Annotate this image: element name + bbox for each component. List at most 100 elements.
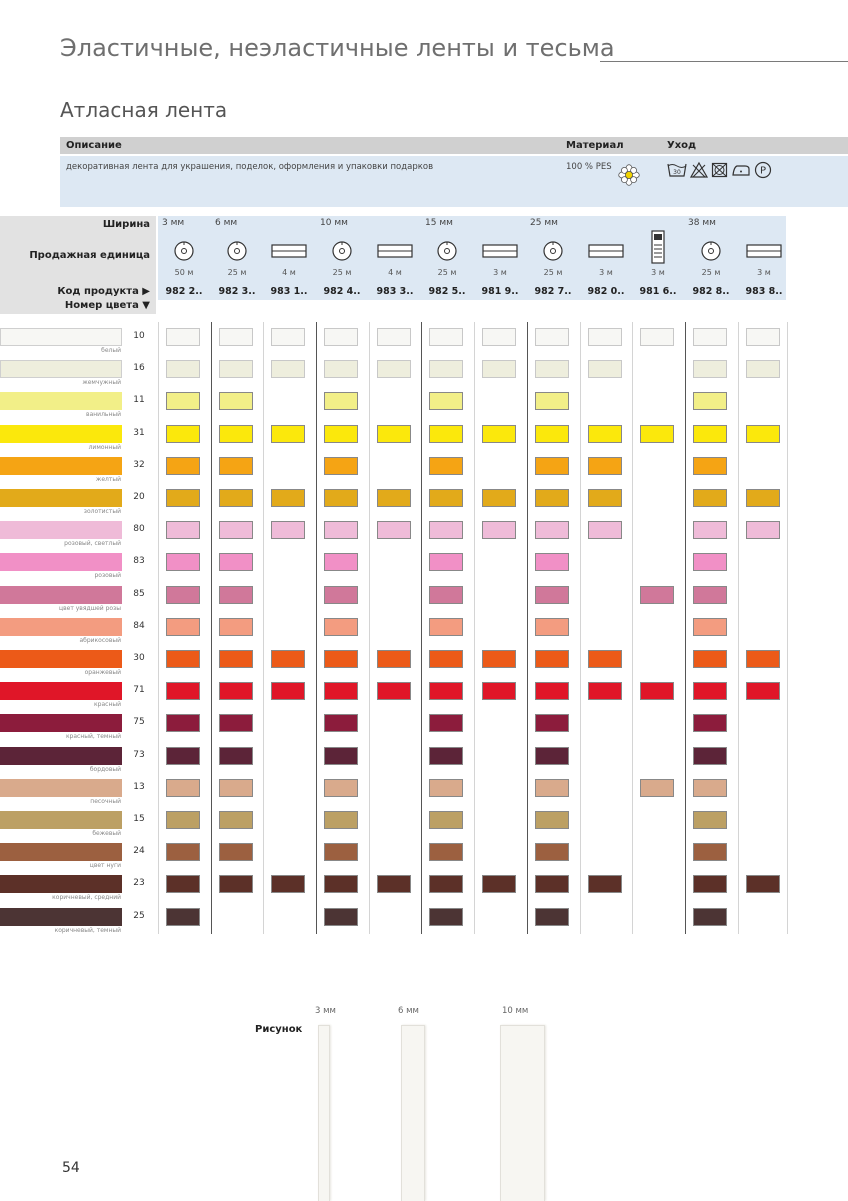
- color-bar: [0, 682, 122, 701]
- color-name: золотистый: [83, 508, 121, 515]
- color-swatch: [535, 585, 569, 604]
- info-header-bar: Описание Материал Уход: [60, 137, 848, 154]
- color-name: красный, темный: [65, 733, 121, 741]
- color-bar: [0, 907, 122, 926]
- color-swatch: [746, 875, 780, 894]
- description-header: Описание: [66, 140, 122, 151]
- color-number: 11: [133, 395, 145, 406]
- color-swatch: [324, 585, 358, 604]
- width-6mm: 6 мм: [215, 218, 238, 228]
- color-swatch: [166, 778, 200, 797]
- color-swatch: [324, 907, 358, 926]
- width-3mm: 3 мм: [162, 218, 185, 228]
- color-swatch: [482, 521, 516, 540]
- color-swatch: [693, 875, 727, 894]
- spool-icon: [542, 240, 564, 266]
- color-swatch: [482, 489, 516, 507]
- color-swatch: [219, 424, 253, 443]
- color-swatch: [429, 843, 463, 862]
- no-bleach-icon: [690, 161, 708, 178]
- page-number: 54: [62, 1160, 80, 1176]
- color-swatch: [377, 328, 411, 346]
- color-bar: [0, 746, 122, 765]
- info-header-spacer: [791, 137, 846, 154]
- unit-length: 4 м: [282, 268, 296, 277]
- color-bar: [0, 360, 122, 379]
- color-swatch: [693, 521, 727, 540]
- color-swatch: [693, 617, 727, 636]
- color-swatch: [535, 682, 569, 701]
- color-name: бежевый: [92, 830, 121, 837]
- card-icon: [271, 240, 307, 264]
- color-swatch: [588, 424, 622, 443]
- color-swatch: [535, 424, 569, 443]
- color-swatch: [429, 778, 463, 797]
- color-number: 31: [133, 427, 145, 438]
- color-swatch: [166, 489, 200, 507]
- spool-icon: [700, 240, 722, 266]
- color-swatch: [166, 811, 200, 829]
- color-number: 23: [133, 878, 145, 889]
- color-name: лимонный: [88, 443, 121, 451]
- unit-length: 25 м: [227, 268, 247, 277]
- info-body-spacer: [791, 156, 846, 207]
- color-swatch: [588, 521, 622, 540]
- color-swatch: [535, 650, 569, 668]
- color-swatch: [166, 328, 200, 346]
- color-number: 24: [133, 846, 145, 857]
- care-header: Уход: [667, 140, 697, 151]
- color-swatch: [324, 392, 358, 411]
- color-number: 84: [133, 620, 145, 631]
- color-name: розовый, светлый: [64, 540, 121, 548]
- color-swatch: [166, 360, 200, 379]
- color-swatch: [429, 746, 463, 765]
- color-swatch: [377, 489, 411, 507]
- color-swatch: [324, 746, 358, 765]
- color-swatch: [535, 521, 569, 540]
- column-divider: [685, 322, 686, 934]
- color-swatch: [166, 714, 200, 733]
- unit-length: 3 м: [493, 268, 507, 277]
- color-swatch: [219, 778, 253, 797]
- color-swatch: [219, 585, 253, 604]
- color-swatch: [640, 424, 674, 443]
- color-swatch: [271, 875, 305, 894]
- unit-length: 25 м: [437, 268, 457, 277]
- color-name: розовый: [94, 572, 121, 580]
- color-swatch: [640, 328, 674, 346]
- color-swatch: [535, 875, 569, 894]
- width-label: Ширина: [102, 219, 150, 230]
- ribbon-sample-10mm: [500, 1025, 545, 1201]
- color-bar: [0, 489, 122, 507]
- wash-30-icon: 30: [667, 163, 687, 177]
- color-swatch: [429, 521, 463, 540]
- product-code: 982 0..: [587, 286, 625, 297]
- color-swatch: [588, 682, 622, 701]
- color-swatch: [535, 489, 569, 507]
- color-swatch: [693, 746, 727, 765]
- color-swatch: [693, 585, 727, 604]
- color-number: 32: [133, 459, 145, 470]
- color-swatch: [429, 553, 463, 572]
- color-number: 75: [133, 717, 145, 728]
- color-bar: [0, 875, 122, 894]
- color-swatch: [219, 456, 253, 475]
- color-swatch: [588, 650, 622, 668]
- color-swatch: [429, 682, 463, 701]
- color-bar: [0, 328, 122, 346]
- color-number-label: Номер цвета ▼: [64, 300, 150, 311]
- color-swatch: [535, 843, 569, 862]
- color-name: коричневый, средний: [52, 894, 121, 902]
- color-number: 16: [133, 363, 145, 374]
- unit-label: Продажная единица: [29, 250, 150, 261]
- color-swatch: [219, 682, 253, 701]
- column-divider: [421, 322, 422, 934]
- unit-length: 25 м: [701, 268, 721, 277]
- spool-icon: [173, 240, 195, 266]
- info-body-bar: декоративная лента для украшения, подело…: [60, 156, 848, 207]
- care-cell: 30 P: [661, 156, 789, 207]
- color-bar: [0, 456, 122, 475]
- iron-low-icon: [732, 165, 750, 176]
- unit-length: 25 м: [543, 268, 563, 277]
- color-swatch: [271, 682, 305, 701]
